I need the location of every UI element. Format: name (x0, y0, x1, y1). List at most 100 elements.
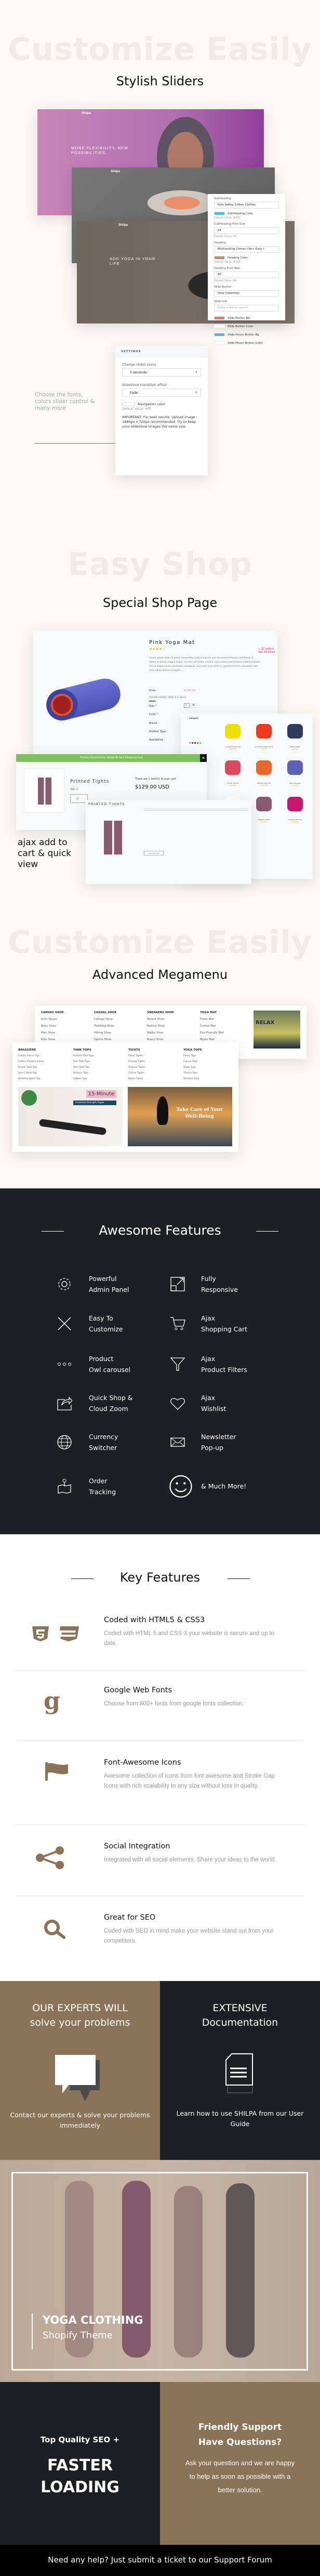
menu-item[interactable]: Cotton Tights (128, 1072, 183, 1075)
menu-item[interactable]: Purple Tank Top (18, 1066, 73, 1069)
watermark-easy-shop: Easy Shop (67, 546, 253, 582)
feature-label: Newsletter Pop-up (201, 1433, 236, 1452)
product-card[interactable]: PRINTED TIGHTS ★★★★★ (248, 797, 279, 823)
menu-item[interactable]: Floral Tights (128, 1055, 183, 1057)
menu-heading[interactable]: CASUAL SHOE (94, 1011, 147, 1014)
label: Slide Button Color (228, 325, 254, 328)
menu-item[interactable]: Kids Shoe (41, 1038, 94, 1041)
cart-button[interactable]: 🛒 (70, 794, 88, 803)
relax-banner: RELAX (254, 1011, 300, 1048)
menu-item[interactable]: College Shoe (94, 1018, 147, 1021)
product-card[interactable]: ORANGE YOGA MAT ★★★★★ (248, 760, 279, 786)
menu-item[interactable]: Blended Tops (183, 1078, 238, 1080)
menu-item[interactable]: Troop Tops (183, 1066, 238, 1069)
menu-item[interactable]: Trekking Shoe (94, 1025, 147, 1028)
footer-support-link[interactable]: Need any help? Just submit a ticket to o… (0, 2555, 320, 2565)
product-card[interactable]: COTTON PADDED ACTIVE ★★★★★ (248, 724, 279, 750)
product-card[interactable]: PINK YOGA MAT ★★★★★ (279, 760, 311, 786)
subheading-size-input[interactable]: 24 (214, 227, 279, 234)
menu-item[interactable]: Theme Tops (183, 1072, 238, 1075)
menu-item[interactable]: Slim Tank Top (73, 1066, 128, 1069)
menu-columns: BRASSIERE Cotton Active Top Cotton Padded … (18, 1048, 238, 1080)
experts-block: OUR EXPERTS WILL solve your problems Con… (0, 1981, 160, 2160)
menu-item[interactable]: Fancy Tops (183, 1055, 238, 1057)
subheading-color-picker[interactable]: SubHeading Color (214, 212, 279, 215)
menu-item[interactable]: Nylon Tights (128, 1078, 183, 1080)
rating-stars: ★★★★☆ (149, 647, 165, 651)
menu-item[interactable]: Cotton Tops (73, 1078, 128, 1080)
menu-item[interactable]: Slim Cotton Top (18, 1072, 73, 1075)
menu-heading[interactable]: YOGA MAT (200, 1011, 253, 1014)
menu-item[interactable]: Hiking Shoe (94, 1031, 147, 1034)
menu-item[interactable]: Walky Shoe (147, 1031, 200, 1034)
menu-item[interactable]: Wirefree Sport Top (18, 1078, 73, 1080)
quick-view-title: PRINTED TIGHTS (88, 802, 126, 806)
heading-color-picker[interactable]: Heading Color (214, 256, 279, 260)
html5-css3-icon (31, 1625, 83, 1645)
menu-item[interactable]: Nylon Mat (200, 1038, 253, 1041)
menu-item[interactable]: Girls Shoes (41, 1018, 94, 1021)
slide-button-input[interactable]: View Collection (214, 290, 279, 297)
size-option-m[interactable]: M (191, 703, 196, 708)
menu-item[interactable]: Cotton Padded Active (18, 1060, 73, 1063)
heading-size-input[interactable]: 60 (214, 271, 279, 278)
cart-qty: Qty: 1 (70, 788, 78, 791)
menu-item[interactable]: Sports Shoe (94, 1038, 147, 1041)
menu-heading[interactable]: CANVAS SHOE (41, 1011, 94, 1014)
gear-icon (58, 1278, 71, 1290)
menu-heading[interactable]: YOGA TOPS (183, 1048, 238, 1052)
product-card[interactable]: DENIM SHOES ★★★★★ (279, 724, 311, 750)
product-card[interactable]: PURPLE TANK TOP ★★★★★ (279, 797, 311, 823)
documentation-block: EXTENSIVE Documentation Learn how to use… (160, 1981, 320, 2160)
slide-link-input[interactable]: Paste a link or search (214, 305, 279, 312)
add-to-cart-button[interactable]: ADD TO CART (144, 851, 164, 856)
menu-item[interactable]: Viscose Tops (73, 1072, 128, 1075)
change-slides-select[interactable]: 5 seconds ⇕ (122, 368, 201, 377)
heading-input[interactable]: Multitasking Comes <br> Easy t (214, 246, 279, 253)
menu-item[interactable]: Eco-Friendly Mat (200, 1031, 253, 1034)
close-icon[interactable]: ✕ (200, 754, 207, 762)
menu-item[interactable]: Brany Shoe (147, 1038, 200, 1041)
menu-item[interactable]: Men Shoe (41, 1031, 94, 1034)
price-value: $329.00 (184, 689, 196, 692)
navigation-color-picker[interactable]: Navigation color (122, 402, 201, 406)
menu-heading[interactable]: TANK TOPS (73, 1048, 128, 1052)
menu-heading[interactable]: BRASSIERE (18, 1048, 73, 1052)
rating-stars: ★★★★★ (291, 784, 299, 786)
menu-item[interactable]: Red Tank Tops (73, 1060, 128, 1063)
product-image (256, 724, 272, 739)
awesome-features-title: Awesome Features (99, 1223, 221, 1238)
product-card[interactable]: COTTON ACTIVE TOP ★★★★★ (217, 724, 248, 750)
menu-item[interactable]: Viscose Tights (128, 1066, 183, 1069)
menu-item[interactable]: Casual Tops (183, 1060, 238, 1063)
swatch-slide-button-color[interactable]: Slide Button Color (214, 325, 279, 328)
menu-heading[interactable]: SNEAKERS SHOE (147, 1011, 200, 1014)
size-option-l[interactable]: L (184, 703, 190, 708)
label: Slide Hover Button Bg (228, 333, 259, 336)
menu-item[interactable]: Boys Shoe (41, 1025, 94, 1028)
swatch-slide-hover-button-bg[interactable]: Slide Hover Button Bg (214, 333, 279, 336)
product-image (225, 760, 241, 775)
feature-label: Order Tracking (89, 1477, 116, 1496)
menu-heading[interactable]: TIGHTS (128, 1048, 183, 1052)
rating-stars: ★★★★★ (291, 821, 299, 823)
label: Slide Button BG (228, 316, 250, 320)
subheading-input[interactable]: Kids Saftey Cotton Clothes (214, 202, 279, 209)
cart-success-banner: Product Successfully Added To Your Shopp… (16, 754, 207, 762)
menu-item[interactable]: Cotton Active Top (18, 1055, 73, 1057)
dots-icon (58, 1363, 71, 1366)
menu-item[interactable]: Printed Tights (128, 1060, 183, 1063)
cart-total: $129.00 USD (135, 784, 169, 790)
transition-effect-select[interactable]: Fade ⇕ (122, 389, 201, 397)
menu-item[interactable]: Robica Shoe (147, 1025, 200, 1028)
menu-item[interactable]: Neorik Shoe (147, 1018, 200, 1021)
product-card[interactable]: FLORAL TIGHTS ★★★★★ (217, 760, 248, 786)
watermark-customize: Customize Easily (8, 924, 312, 961)
swatch-slide-button-bg[interactable]: Slide Button BG (214, 316, 279, 320)
menu-item[interactable]: Foam Mat (200, 1018, 253, 1021)
menu-item[interactable]: Cotton Mat (200, 1025, 253, 1028)
menu-item[interactable]: Printed Tank Tops (73, 1055, 128, 1057)
menu-column: CANVAS SHOE Girls Shoes Boys Shoe Men Shoe K… (41, 1011, 94, 1041)
swatch-slide-hover-button-color[interactable]: Slide Hover Button Color (214, 341, 279, 345)
sold-badge: ♨ 12 sold in last 16 hours (258, 648, 277, 654)
